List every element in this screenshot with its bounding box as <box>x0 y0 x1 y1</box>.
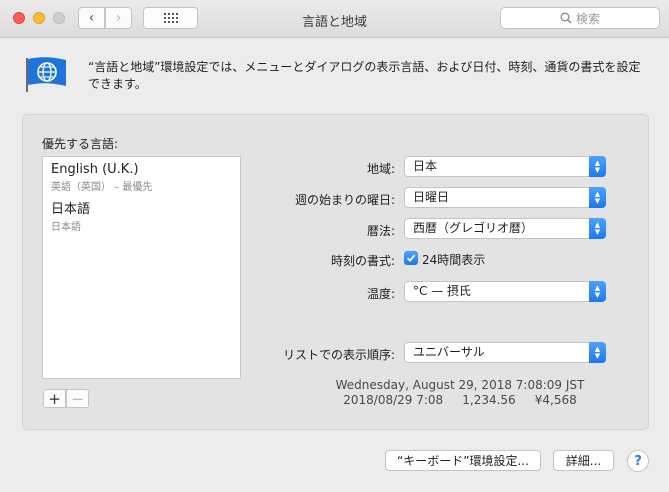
chevron-updown-icon: ▲ ▼ <box>589 342 606 363</box>
24-hour-label[interactable]: 24時間表示 <box>422 251 485 268</box>
language-subtitle: 英語（英国） – 最優先 <box>51 182 153 193</box>
chevron-updown-icon: ▲ ▼ <box>589 218 606 239</box>
language-name: English (U.K.) <box>51 162 139 177</box>
search-icon <box>560 12 572 24</box>
chevron-updown-icon: ▲ ▼ <box>589 187 606 208</box>
language-subtitle: 日本語 <box>51 222 81 233</box>
search-placeholder: 検索 <box>575 11 600 26</box>
time-format-label: 時刻の書式: <box>330 254 395 268</box>
chevron-updown-icon: ▲ ▼ <box>589 281 606 302</box>
24-hour-checkbox[interactable] <box>404 251 418 265</box>
temperature-value: °C — 摂氏 <box>413 284 472 298</box>
calendar-label: 暦法: <box>366 224 395 238</box>
add-language-button[interactable]: + <box>43 389 66 408</box>
preferred-languages-label: 優先する言語: <box>42 137 119 151</box>
region-value: 日本 <box>413 159 438 173</box>
sample-datetime: Wednesday, August 29, 2018 7:08:09 JST <box>335 378 585 392</box>
description-text: “言語と地域”環境設定では、メニューとダイアログの表示言語、および日付、時刻、通… <box>88 60 641 91</box>
preferences-window: ‹ › 言語と地域 検索 “言語と地域”環境設定では、メニューとダイアログの表示… <box>0 0 669 492</box>
first-day-popup[interactable]: 日曜日 ▲ ▼ <box>404 187 606 208</box>
list-sort-popup[interactable]: ユニバーサル ▲ ▼ <box>404 342 606 363</box>
temperature-label: 温度: <box>366 287 395 301</box>
region-popup[interactable]: 日本 ▲ ▼ <box>404 156 606 177</box>
list-sort-label: リストでの表示順序: <box>282 348 395 362</box>
advanced-button[interactable]: 詳細... <box>553 450 614 471</box>
list-sort-value: ユニバーサル <box>413 345 485 359</box>
first-day-label: 週の始まりの曜日: <box>294 193 395 207</box>
calendar-popup[interactable]: 西暦（グレゴリオ暦） ▲ ▼ <box>404 218 606 239</box>
language-name: 日本語 <box>51 202 91 217</box>
remove-language-button[interactable]: − <box>66 389 89 408</box>
title-bar: ‹ › 言語と地域 検索 <box>0 0 669 38</box>
first-day-value: 日曜日 <box>413 190 450 204</box>
region-label: 地域: <box>366 162 395 176</box>
search-field[interactable]: 検索 <box>500 7 660 29</box>
list-item[interactable]: 日本語 日本語 <box>51 198 90 233</box>
language-list[interactable]: English (U.K.) 英語（英国） – 最優先 日本語 日本語 <box>42 156 241 379</box>
flag-globe-icon <box>26 57 66 92</box>
chevron-updown-icon: ▲ ▼ <box>589 156 606 177</box>
temperature-popup[interactable]: °C — 摂氏 ▲ ▼ <box>404 281 606 302</box>
checkmark-icon <box>406 254 416 262</box>
help-button[interactable]: ? <box>627 450 649 472</box>
calendar-value: 西暦（グレゴリオ暦） <box>413 221 534 235</box>
keyboard-preferences-button[interactable]: “キーボード”環境設定... <box>385 450 541 471</box>
sample-numbers: 2018/08/29 7:08 1,234.56 ¥4,568 <box>343 393 577 407</box>
list-item[interactable]: English (U.K.) 英語（英国） – 最優先 <box>51 162 152 193</box>
